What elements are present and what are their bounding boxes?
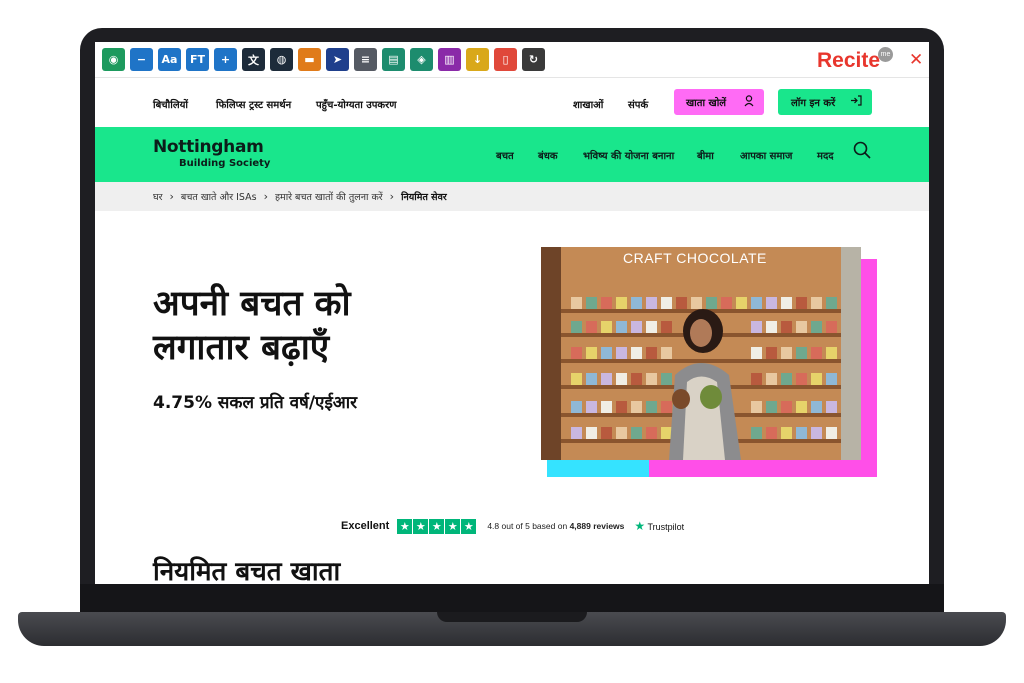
pdf-icon[interactable]: ▯ (494, 48, 517, 71)
star-icon: ★ (461, 518, 477, 534)
trustpilot-score-text: 4.8 out of 5 based on (487, 521, 568, 531)
nav-link-accessibility-tools[interactable]: पहुँच-योग्यता उपकरण (316, 97, 396, 111)
translate-icon[interactable]: 文 (242, 48, 265, 71)
browser-screen: ◉ − Aa FT + 文 ◍ ▬ ➤ ≡ ▤ ◈ ▥ ↓ ▯ ↻ Recite me ✕ बिचौलियों… (95, 42, 929, 584)
recite-toolbar: ◉ − Aa FT + 文 ◍ ▬ ➤ ≡ ▤ ◈ ▥ ↓ ▯ ↻ Recite me ✕ (95, 42, 929, 78)
search-icon[interactable] (853, 141, 871, 163)
trustpilot-brand-name: Trustpilot (647, 522, 685, 532)
logo-subtitle: Building Society (179, 158, 271, 169)
main-header: Nottingham Building Society बचत बंधक भवि… (95, 127, 929, 182)
download-icon[interactable]: ↓ (466, 48, 489, 71)
trustpilot-rating-word: Excellent (341, 520, 390, 532)
close-icon[interactable]: ✕ (909, 50, 923, 70)
nav-your-society[interactable]: आपका समाज (740, 148, 792, 162)
trustpilot-star-icon: ★ (634, 519, 646, 533)
login-button[interactable]: लॉग इन करें (778, 89, 872, 115)
trustpilot-reviews: 4,889 reviews (569, 521, 625, 531)
trustpilot-score: 4.8 out of 5 based on 4,889 reviews (487, 521, 624, 531)
hero-title-line-2: लगातार बढ़ाएँ (153, 328, 330, 368)
login-label: लॉग इन करें (791, 98, 836, 109)
hero-title-line-1: अपनी बचत को (153, 284, 351, 324)
breadcrumb: घर › बचत खाते और ISAs › हमारे बचत खातों … (95, 182, 929, 211)
nav-savings[interactable]: बचत (496, 148, 514, 162)
dictionary-icon[interactable]: ▥ (438, 48, 461, 71)
ruler-icon[interactable]: ▬ (298, 48, 321, 71)
hero-title: अपनी बचत को लगातार बढ़ाएँ (153, 282, 453, 370)
layers-icon[interactable]: ◈ (410, 48, 433, 71)
logo-nottingham[interactable]: Nottingham (153, 137, 264, 157)
speech-bubble-icon[interactable]: ◉ (102, 48, 125, 71)
star-icon: ★ (413, 518, 429, 534)
open-account-button[interactable]: खाता खोलें (674, 89, 764, 115)
plus-icon[interactable]: + (214, 48, 237, 71)
utility-nav: बिचौलियों फिलिप्स ट्रस्ट समर्थन पहुँच-यो… (95, 79, 929, 127)
breadcrumb-home[interactable]: घर (153, 190, 163, 203)
chevron-right-icon: › (263, 190, 268, 203)
nav-link-intermediaries[interactable]: बिचौलियों (153, 97, 188, 111)
nav-mortgages[interactable]: बंधक (538, 148, 558, 162)
section-title: नियमित बचत खाता (153, 557, 341, 584)
nav-link-philips-trust[interactable]: फिलिप्स ट्रस्ट समर्थन (216, 97, 291, 111)
star-icon: ★ (429, 518, 445, 534)
screen-mask-icon[interactable]: ≡ (354, 48, 377, 71)
breadcrumb-savings[interactable]: बचत खाते और ISAs (181, 190, 257, 203)
laptop-bezel (80, 584, 944, 614)
recite-logo: Recite (817, 49, 881, 72)
nav-link-contact[interactable]: संपर्क (628, 97, 648, 111)
color-wheel-icon[interactable]: ◍ (270, 48, 293, 71)
trustpilot-widget[interactable]: Excellent ★ ★ ★ ★ ★ 4.8 out of 5 based o… (341, 517, 684, 535)
chevron-right-icon: › (169, 190, 174, 203)
open-account-label: खाता खोलें (686, 98, 727, 109)
recite-me-badge: me (878, 47, 893, 62)
font-type-icon[interactable]: FT (186, 48, 209, 71)
nav-planning[interactable]: भविष्य की योजना बनाना (583, 148, 674, 162)
star-icon: ★ (445, 518, 461, 534)
nav-help[interactable]: मदद (817, 148, 834, 162)
star-icon: ★ (397, 518, 413, 534)
login-arrow-icon (850, 95, 862, 109)
chocolate-shop-photo: CRAFT CHOCOLATE (541, 247, 861, 460)
breadcrumb-current: नियमित सेवर (401, 192, 447, 203)
font-size-icon[interactable]: Aa (158, 48, 181, 71)
hero-rate: 4.75% सकल प्रति वर्ष/एईआर (153, 393, 358, 413)
reader-icon[interactable]: ▤ (382, 48, 405, 71)
user-icon (744, 95, 754, 110)
reset-icon[interactable]: ↻ (522, 48, 545, 71)
image-caption: CRAFT CHOCOLATE (623, 250, 767, 266)
cursor-icon[interactable]: ➤ (326, 48, 349, 71)
minus-icon[interactable]: − (130, 48, 153, 71)
laptop-notch (437, 612, 587, 622)
breadcrumb-compare[interactable]: हमारे बचत खातों की तुलना करें (275, 190, 383, 203)
nav-link-branches[interactable]: शाखाओं (573, 97, 603, 111)
hero-image: CRAFT CHOCOLATE (541, 247, 881, 477)
trustpilot-brand: ★ Trustpilot (634, 519, 684, 533)
chevron-right-icon: › (389, 190, 395, 203)
nav-insurance[interactable]: बीमा (697, 148, 714, 162)
